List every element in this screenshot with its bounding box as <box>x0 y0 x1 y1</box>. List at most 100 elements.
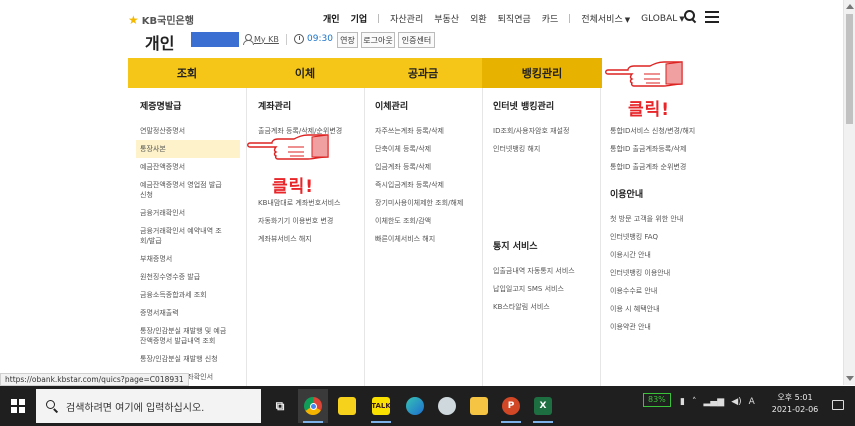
menu-link[interactable]: 장기미사용이체제한 조회/해제 <box>375 194 479 212</box>
menu-link[interactable]: 통장/인감분실 재발행 및 예금 잔액증명서 발급내역 조회 <box>140 322 244 350</box>
volume-icon[interactable]: ◀) <box>731 397 741 407</box>
nav-pension[interactable]: 퇴직연금 <box>498 12 531 25</box>
battery-icon[interactable]: ▮ <box>680 397 685 407</box>
taskbar-app[interactable] <box>432 389 462 423</box>
column-unified-id: 통합ID서비스 신청/변경/해지 통합ID 출금계좌등록/삭제 통합ID 출금계좌 … <box>610 100 714 336</box>
menu-link[interactable]: 빠른이체서비스 해지 <box>375 230 479 248</box>
taskbar-kakaotalk[interactable]: TALK <box>366 389 396 423</box>
menu-link[interactable]: 금융거래확인서 예약내역 조 회/발급 <box>140 222 244 250</box>
task-view-button[interactable]: ⧉ <box>265 389 295 423</box>
menu-link[interactable]: 납입일고지 SMS 서비스 <box>493 280 597 298</box>
taskbar-sticky-notes[interactable] <box>332 389 362 423</box>
battery-indicator[interactable]: 83% <box>643 393 671 407</box>
menu-link[interactable]: 이체한도 조회/감액 <box>375 212 479 230</box>
menu-link[interactable]: 원천징수영수증 발급 <box>140 268 244 286</box>
system-tray: ▮ ˄ ▂▄▆ ◀) A <box>680 397 755 407</box>
global-label: GLOBAL <box>641 13 678 24</box>
cert-center-button[interactable]: 인증센터 <box>398 32 435 48</box>
top-nav: 개인 기업 자산관리 부동산 외환 퇴직연금 카드 전체서비스 ▼ GLOBAL ▼ <box>323 12 696 26</box>
windows-start-icon[interactable] <box>11 399 25 413</box>
excel-icon: X <box>534 397 552 415</box>
scroll-down-icon[interactable] <box>846 376 854 381</box>
search-icon[interactable] <box>684 10 697 23</box>
menu-link[interactable]: 금융소득종합과세 조회 <box>140 286 244 304</box>
taskbar-excel[interactable]: X <box>528 389 558 423</box>
nav-global[interactable]: GLOBAL ▼ <box>641 14 685 24</box>
nav-forex[interactable]: 외환 <box>470 12 487 25</box>
person-icon <box>243 34 254 45</box>
menu-link[interactable]: 첫 방문 고객을 위한 안내 <box>610 210 714 228</box>
scroll-thumb[interactable] <box>846 14 853 124</box>
menu-link[interactable]: 계좌뷰서비스 해지 <box>258 230 362 248</box>
kb-logo[interactable]: ★ KB국민은행 <box>128 12 194 28</box>
menu-link[interactable]: 통합ID 출금계좌등록/삭제 <box>610 140 714 158</box>
status-bar-url: https://obank.kbstar.com/quics?page=C018… <box>0 373 189 386</box>
column-title: 인터넷 뱅킹관리 <box>493 102 555 112</box>
menu-link[interactable]: 증명서재출력 <box>140 304 244 322</box>
nav-business[interactable]: 기업 <box>351 12 368 25</box>
nav-personal[interactable]: 개인 <box>323 12 340 25</box>
menu-link[interactable]: 자주쓰는계좌 등록/삭제 <box>375 122 479 140</box>
menu-utility[interactable]: 공과금 <box>364 58 482 88</box>
menu-banking-management[interactable]: 뱅킹관리 <box>482 58 602 88</box>
taskbar-chrome[interactable] <box>298 389 328 423</box>
nav-realestate[interactable]: 부동산 <box>434 12 459 25</box>
menu-link[interactable]: 입금계좌 등록/삭제 <box>375 158 479 176</box>
menu-link[interactable]: 통장/인감분실 재발행 신청 <box>140 350 244 368</box>
notification-icon[interactable] <box>832 400 844 410</box>
menu-link[interactable]: 이용수수료 안내 <box>610 282 714 300</box>
clock-icon <box>294 34 304 44</box>
taskbar-search[interactable]: 검색하려면 여기에 입력하십시오. <box>36 389 261 423</box>
column-subtitle: 이용안내 <box>610 190 644 200</box>
all-services-label: 전체서비스 <box>581 15 623 25</box>
header-divider <box>286 34 287 45</box>
menu-link[interactable]: 자동화기기 이용번호 변경 <box>258 212 362 230</box>
menu-transfer[interactable]: 이체 <box>246 58 364 88</box>
menu-link[interactable]: 예금잔액증명서 <box>140 158 244 176</box>
column-title: 이체관리 <box>375 102 409 112</box>
menu-link[interactable]: 예금잔액증명서 영업점 발급 신청 <box>140 176 244 204</box>
pointing-hand-icon <box>605 61 683 87</box>
menu-link[interactable]: ID조회/사용자암호 재설정 <box>493 122 597 140</box>
menu-link[interactable]: 즉시입금계좌 등록/삭제 <box>375 176 479 194</box>
page-scrollbar[interactable] <box>843 0 855 385</box>
menu-link[interactable]: 입출금내역 자동통지 서비스 <box>493 262 597 280</box>
menu-link[interactable]: 단축이체 등록/삭제 <box>375 140 479 158</box>
nav-card[interactable]: 카드 <box>542 12 559 25</box>
menu-link[interactable]: 연말정산증명서 <box>140 122 244 140</box>
menu-link[interactable]: 인터넷뱅킹 FAQ <box>610 228 714 246</box>
menu-link[interactable]: 이용 시 혜택안내 <box>610 300 714 318</box>
logout-button[interactable]: 로그아웃 <box>361 32 395 48</box>
menu-link[interactable]: 이용약관 안내 <box>610 318 714 336</box>
menu-link[interactable]: 통합ID 출금계좌 순위변경 <box>610 158 714 176</box>
menu-link[interactable]: 통장사본 <box>136 140 240 158</box>
search-icon <box>46 400 58 412</box>
menu-link[interactable]: 부채증명서 <box>140 250 244 268</box>
menu-link[interactable]: 이용시간 안내 <box>610 246 714 264</box>
nav-all-services[interactable]: 전체서비스 ▼ <box>581 12 630 25</box>
menu-link[interactable]: 인터넷뱅킹 해지 <box>493 140 597 158</box>
hamburger-menu-icon[interactable] <box>705 10 719 23</box>
folder-icon <box>470 397 488 415</box>
taskbar-file-explorer[interactable] <box>464 389 494 423</box>
menu-link[interactable]: 통합ID서비스 신청/변경/해지 <box>610 122 714 140</box>
timer-value: 09:30 <box>307 34 333 44</box>
column-divider <box>600 88 601 388</box>
menu-link[interactable]: 인터넷뱅킹 이용안내 <box>610 264 714 282</box>
task-view-icon: ⧉ <box>275 398 285 413</box>
menu-inquiry[interactable]: 조회 <box>128 58 246 88</box>
menu-link[interactable]: 금융거래확인서 <box>140 204 244 222</box>
mykb-link[interactable]: My KB <box>243 34 279 45</box>
chrome-icon <box>304 397 322 415</box>
network-icon[interactable]: ▂▄▆ <box>703 397 724 407</box>
menu-link[interactable]: KB스타알림 서비스 <box>493 298 597 316</box>
language-icon[interactable]: A <box>749 397 755 407</box>
extend-button[interactable]: 연장 <box>337 32 358 48</box>
nav-asset[interactable]: 자산관리 <box>390 12 423 25</box>
taskbar-edge[interactable] <box>400 389 430 423</box>
sticky-notes-icon <box>338 397 356 415</box>
scroll-up-icon[interactable] <box>846 4 854 9</box>
taskbar-clock[interactable]: 오후 5:01 2021-02-06 <box>770 392 820 416</box>
chevron-up-icon[interactable]: ˄ <box>692 397 697 407</box>
taskbar-powerpoint[interactable]: P <box>496 389 526 423</box>
